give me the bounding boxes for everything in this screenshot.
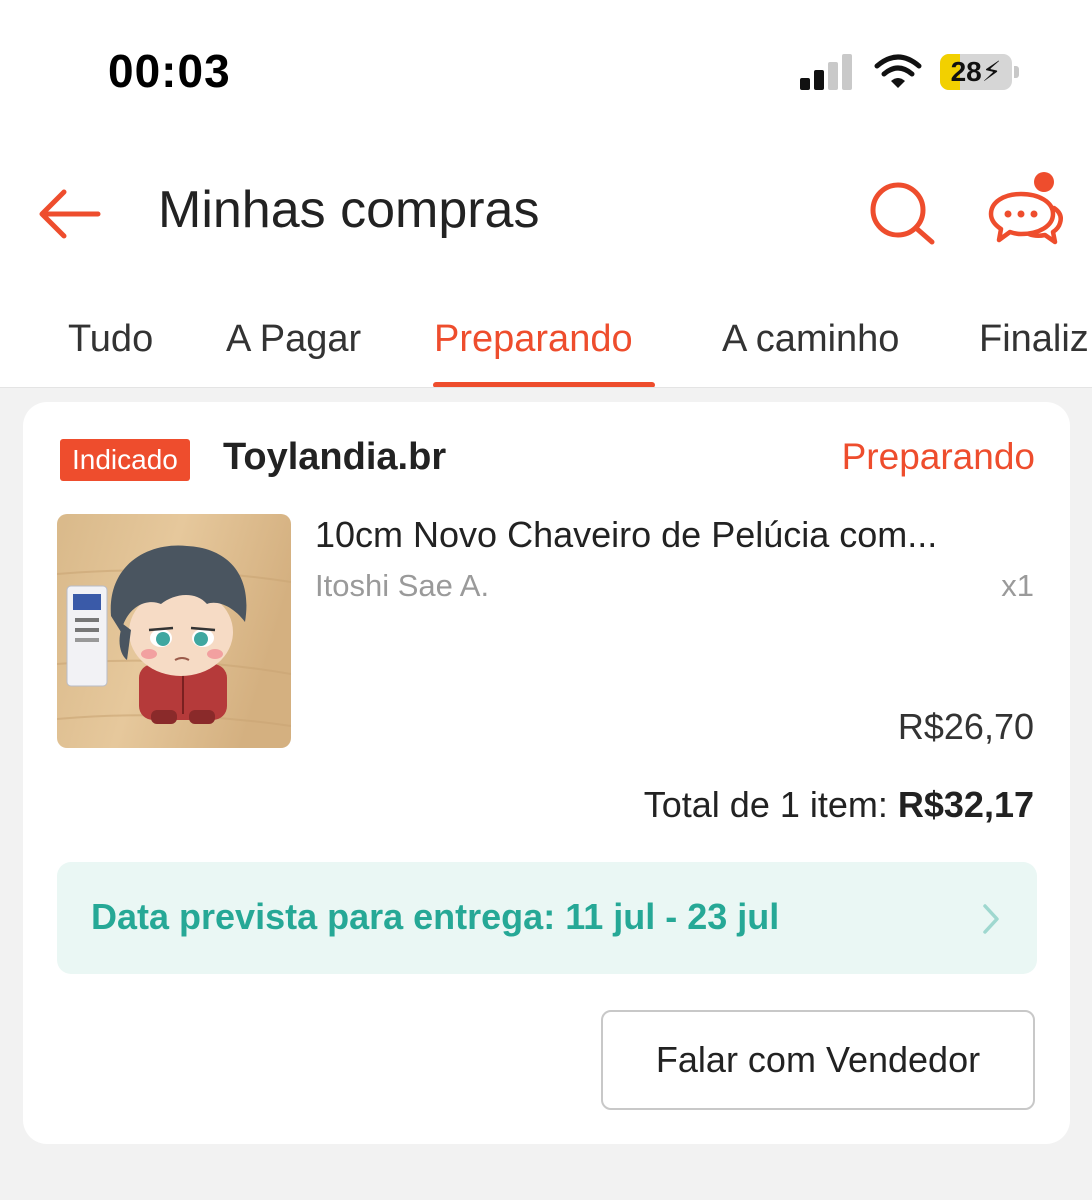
battery-cap [1014, 66, 1019, 78]
battery-level: 28⚡ [950, 56, 1002, 87]
page-title: Minhas compras [158, 181, 540, 239]
divider [0, 387, 1092, 388]
tab-to-pay[interactable]: A Pagar [226, 318, 361, 361]
wifi-icon [874, 54, 922, 88]
chat-button[interactable] [988, 168, 1068, 246]
notification-dot [1034, 172, 1054, 192]
delivery-estimate: Data prevista para entrega: 11 jul - 23 … [91, 896, 780, 937]
signal-icon [800, 50, 856, 90]
back-arrow-icon[interactable] [34, 186, 102, 242]
product-quantity: x1 [1001, 568, 1034, 603]
status-time: 00:03 [108, 45, 231, 97]
order-status: Preparando [841, 436, 1035, 477]
chevron-right-icon [983, 904, 999, 934]
order-card[interactable]: Indicado Toylandia.br Preparando 10cm No… [23, 402, 1070, 1144]
shop-name[interactable]: Toylandia.br [223, 436, 446, 479]
shop-badge: Indicado [60, 439, 190, 481]
tab-completed[interactable]: Finaliz [979, 318, 1089, 361]
product-image[interactable] [57, 514, 291, 748]
product-variant: Itoshi Sae A. [315, 568, 490, 603]
tab-all[interactable]: Tudo [68, 318, 153, 361]
order-total-value: R$32,17 [897, 784, 1034, 825]
contact-seller-button[interactable]: Falar com Vendedor [601, 1010, 1035, 1110]
tab-preparing[interactable]: Preparando [434, 318, 633, 361]
search-icon[interactable] [866, 180, 938, 246]
product-name[interactable]: 10cm Novo Chaveiro de Pelúcia com... [315, 514, 1045, 556]
order-total-label: Total de 1 item: [643, 784, 898, 825]
plush-keychain-image [57, 514, 291, 748]
chat-bubbles-icon [988, 191, 1063, 245]
delivery-estimate-row[interactable]: Data prevista para entrega: 11 jul - 23 … [57, 862, 1037, 974]
order-total: Total de 1 item: R$32,17 [644, 784, 1034, 826]
order-tabs: Tudo A Pagar Preparando A caminho Finali… [0, 310, 1092, 388]
battery-icon: 28⚡ [940, 54, 1012, 90]
product-price: R$26,70 [897, 706, 1034, 747]
tab-shipping[interactable]: A caminho [722, 318, 899, 361]
top-area: 00:03 28⚡ Minhas compras Tudo A Pagar Pr… [0, 0, 1092, 388]
